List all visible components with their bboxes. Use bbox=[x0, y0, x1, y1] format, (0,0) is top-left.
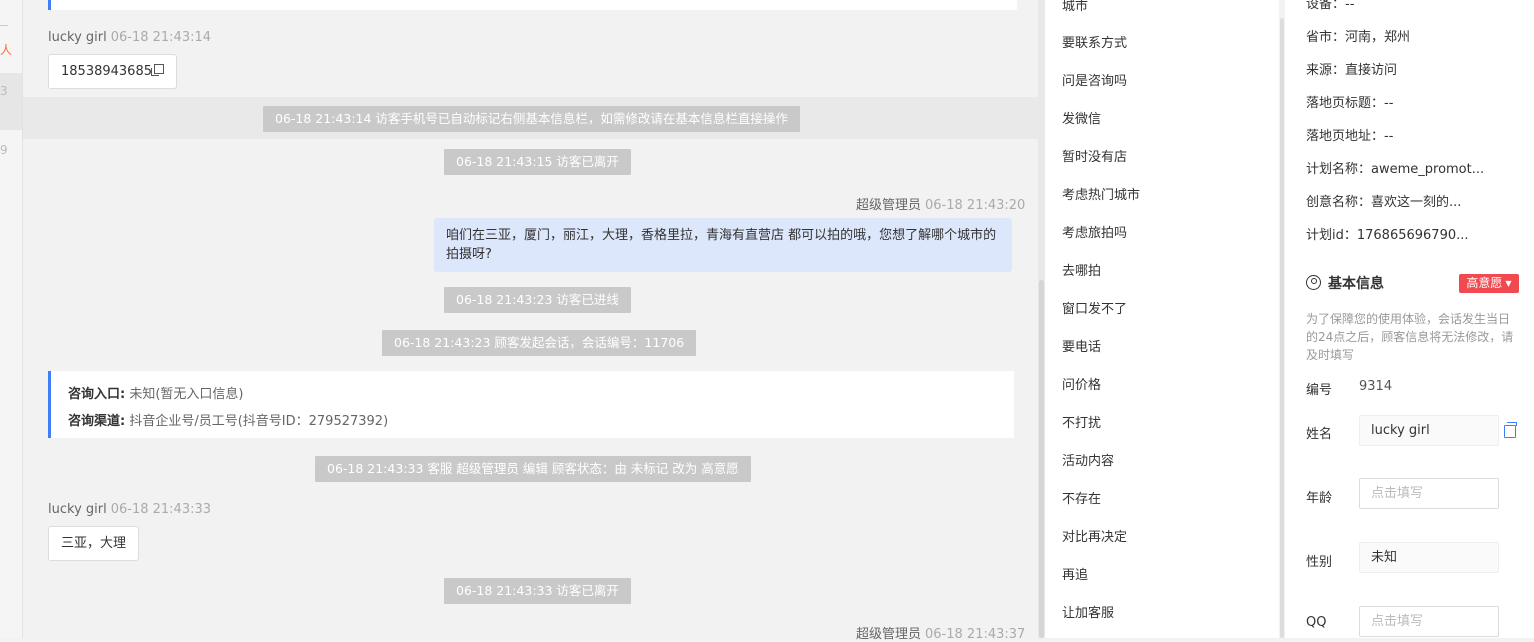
copy-icon[interactable] bbox=[1504, 422, 1517, 438]
entry-row: 咨询入口: 未知(暂无入口信息) bbox=[68, 383, 244, 402]
left-fragment: 3 bbox=[0, 84, 8, 98]
sender-name: 超级管理员 bbox=[856, 198, 922, 213]
qq-field[interactable]: 点击填写 bbox=[1359, 606, 1499, 637]
channel-label: 咨询渠道: bbox=[68, 414, 126, 429]
left-conversation-strip: 人 3 9 bbox=[0, 0, 23, 638]
quick-reply-item[interactable]: 活动内容 bbox=[1062, 450, 1114, 469]
entry-value: 未知(暂无入口信息) bbox=[129, 387, 244, 402]
quick-reply-item[interactable]: 对比再决定 bbox=[1062, 526, 1127, 545]
message-sender: lucky girl 06-18 21:43:33 bbox=[48, 502, 211, 517]
message-sender: 超级管理员 06-18 21:43:20 bbox=[856, 194, 1025, 213]
quick-reply-item[interactable]: 发微信 bbox=[1062, 108, 1101, 127]
quick-reply-item[interactable]: 不打扰 bbox=[1062, 412, 1101, 431]
incoming-message[interactable]: 三亚，大理 bbox=[48, 526, 140, 561]
entry-label: 咨询入口: bbox=[68, 387, 126, 402]
plan-id: 计划id：176865696790... bbox=[1306, 228, 1469, 243]
quick-reply-item[interactable]: 暂时没有店 bbox=[1062, 146, 1127, 165]
left-fragment: 人 bbox=[0, 43, 13, 57]
copy-icon[interactable] bbox=[150, 64, 164, 76]
consult-entry-card: 咨询入口: 未知(暂无入口信息) 咨询渠道: 抖音企业号/员工号(抖音号ID：2… bbox=[48, 371, 1014, 438]
landing-page-url: 落地页地址：-- bbox=[1306, 129, 1394, 144]
basic-info-title: 基本信息 bbox=[1306, 273, 1384, 293]
gender-label: 性别 bbox=[1306, 555, 1333, 570]
quick-reply-item[interactable]: 考虑热门城市 bbox=[1062, 184, 1140, 203]
name-label: 姓名 bbox=[1306, 427, 1333, 442]
id-label: 编号 bbox=[1306, 383, 1333, 398]
chat-scrollbar[interactable] bbox=[1038, 0, 1045, 638]
message-text: 18538943685 bbox=[61, 64, 152, 79]
message-sender: 超级管理员 06-18 21:43:37 bbox=[856, 623, 1025, 642]
scrollbar-thumb[interactable] bbox=[1280, 18, 1284, 638]
qq-label: QQ bbox=[1306, 615, 1327, 630]
outgoing-message[interactable]: 咱们在三亚，厦门，丽江，大理，香格里拉，青海有直营店 都可以拍的哦，您想了解哪个… bbox=[434, 218, 1012, 272]
basic-info-title-text: 基本信息 bbox=[1328, 276, 1384, 292]
age-field[interactable]: 点击填写 bbox=[1359, 478, 1499, 509]
quick-reply-item[interactable]: 不存在 bbox=[1062, 488, 1101, 507]
system-message: 06-18 21:43:15 访客已离开 bbox=[444, 149, 631, 175]
system-message: 06-18 21:43:14 访客手机号已自动标记右侧基本信息栏，如需修改请在基… bbox=[263, 106, 800, 132]
quick-reply-item[interactable]: 城市 bbox=[1062, 0, 1088, 14]
system-message: 06-18 21:43:23 顾客发起会话，会话编号：11706 bbox=[382, 330, 697, 356]
sender-name: 超级管理员 bbox=[856, 627, 922, 642]
visitor-source: 来源：直接访问 bbox=[1306, 63, 1398, 78]
quick-reply-item[interactable]: 要电话 bbox=[1062, 336, 1101, 355]
chat-area[interactable]: lucky girl 06-18 21:43:14 18538943685 06-… bbox=[23, 0, 1038, 642]
quick-reply-item[interactable]: 问是咨询吗 bbox=[1062, 70, 1127, 89]
message-time: 06-18 21:43:37 bbox=[925, 627, 1026, 642]
message-sender: lucky girl 06-18 21:43:14 bbox=[48, 30, 211, 45]
system-message: 06-18 21:43:33 客服 超级管理员 编辑 顾客状态：由 未标记 改为… bbox=[315, 456, 751, 482]
sender-name: lucky girl bbox=[48, 30, 107, 45]
landing-page-title: 落地页标题：-- bbox=[1306, 96, 1394, 111]
sender-name: lucky girl bbox=[48, 502, 107, 517]
message-time: 06-18 21:43:20 bbox=[925, 198, 1026, 213]
gender-field[interactable]: 未知 bbox=[1359, 542, 1499, 573]
system-message: 06-18 21:43:23 访客已进线 bbox=[444, 287, 631, 313]
quick-reply-item[interactable]: 去哪拍 bbox=[1062, 260, 1101, 279]
creative-name: 创意名称：喜欢这一刻的... bbox=[1306, 195, 1462, 210]
quick-reply-item[interactable]: 考虑旅拍吗 bbox=[1062, 222, 1127, 241]
quick-reply-item[interactable]: 窗口发不了 bbox=[1062, 298, 1127, 317]
selected-conversation[interactable] bbox=[0, 73, 22, 130]
divider bbox=[0, 25, 8, 26]
id-value: 9314 bbox=[1359, 379, 1393, 394]
quick-reply-item[interactable]: 让加客服 bbox=[1062, 602, 1114, 621]
quick-reply-item[interactable]: 问价格 bbox=[1062, 374, 1101, 393]
channel-value: 抖音企业号/员工号(抖音号ID：279527392) bbox=[129, 414, 389, 429]
quick-reply-list: 城市 要联系方式 问是咨询吗 发微信 暂时没有店 考虑热门城市 考虑旅拍吗 去哪… bbox=[1045, 0, 1279, 638]
age-label: 年龄 bbox=[1306, 491, 1333, 506]
visitor-device: 设备：-- bbox=[1306, 0, 1355, 12]
visitor-info-panel: 设备：-- 省市：河南，郑州 来源：直接访问 落地页标题：-- 落地页地址：--… bbox=[1285, 0, 1534, 638]
message-time: 06-18 21:43:33 bbox=[110, 502, 212, 517]
left-fragment: 9 bbox=[0, 143, 8, 157]
channel-row: 咨询渠道: 抖音企业号/员工号(抖音号ID：279527392) bbox=[68, 410, 388, 429]
name-field[interactable]: lucky girl bbox=[1359, 415, 1499, 446]
message-time: 06-18 21:43:14 bbox=[110, 30, 212, 45]
quick-reply-item[interactable]: 要联系方式 bbox=[1062, 32, 1127, 51]
intent-badge-label: 高意愿 bbox=[1466, 276, 1503, 290]
edit-deadline-note: 为了保障您的使用体验，会话发生当日的24点之后，顾客信息将无法修改，请及时填写 bbox=[1306, 312, 1514, 362]
plan-name: 计划名称：aweme_promot... bbox=[1306, 162, 1485, 177]
visitor-province: 省市：河南，郑州 bbox=[1306, 30, 1411, 45]
system-message: 06-18 21:43:33 访客已离开 bbox=[444, 578, 631, 604]
intent-badge-dropdown[interactable]: 高意愿 ▼ bbox=[1459, 274, 1519, 293]
scrollbar-thumb[interactable] bbox=[1039, 280, 1044, 638]
user-circle-icon bbox=[1306, 275, 1321, 290]
incoming-message[interactable]: 18538943685 bbox=[48, 54, 177, 89]
entry-card-partial bbox=[48, 0, 1017, 10]
quick-reply-item[interactable]: 再追 bbox=[1062, 564, 1088, 583]
caret-down-icon: ▼ bbox=[1505, 279, 1512, 288]
